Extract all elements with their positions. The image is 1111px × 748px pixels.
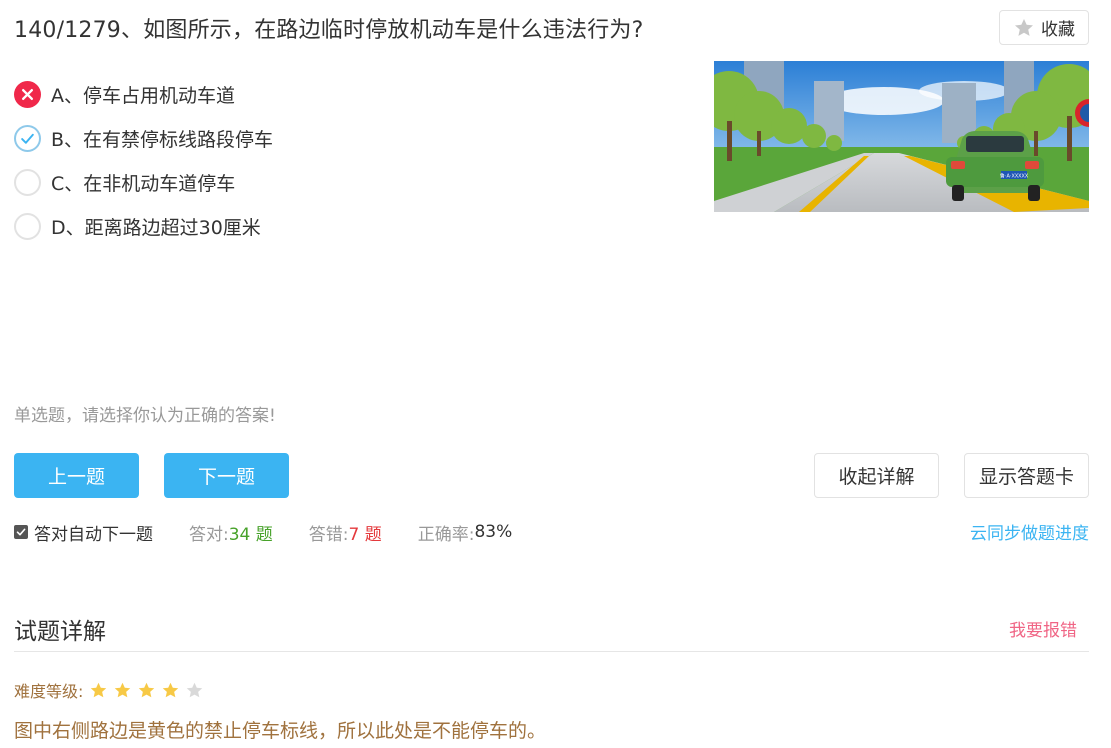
option-a-label: A、停车占用机动车道 bbox=[51, 84, 235, 107]
option-a[interactable]: A、停车占用机动车道 bbox=[14, 72, 273, 116]
difficulty-rating: 难度等级: bbox=[14, 678, 204, 702]
star-filled-icon bbox=[163, 682, 179, 697]
report-error-link[interactable]: 我要报错 bbox=[1009, 616, 1077, 641]
wrong-mark-icon bbox=[14, 80, 41, 108]
accuracy-value: 83% bbox=[474, 522, 513, 542]
plate-text: 鲁·A·XXXXX bbox=[1000, 173, 1029, 180]
star-icon bbox=[1015, 18, 1033, 36]
options-list: A、停车占用机动车道 B、在有禁停标线路段停车 C、在非机动车道停车 D、距离路… bbox=[14, 72, 273, 248]
question-image: 鲁·A·XXXXX bbox=[714, 61, 1089, 212]
star-filled-icon bbox=[115, 682, 131, 697]
explanation-text: 图中右侧路边是黄色的禁止停车标线，所以此处是不能停车的。 bbox=[14, 720, 547, 742]
prev-button[interactable]: 上一题 bbox=[14, 453, 139, 498]
difficulty-label: 难度等级: bbox=[14, 682, 84, 701]
option-c-label: C、在非机动车道停车 bbox=[51, 172, 236, 195]
cloud-sync-link[interactable]: 云同步做题进度 bbox=[970, 519, 1089, 544]
accuracy-label: 正确率: bbox=[417, 524, 475, 545]
collapse-detail-button[interactable]: 收起详解 bbox=[814, 453, 939, 498]
correct-count-value: 34 题 bbox=[228, 524, 273, 545]
star-filled-icon bbox=[139, 682, 155, 697]
question-title: 140/1279、如图所示，在路边临时停放机动车是什么违法行为? bbox=[14, 18, 644, 43]
wrong-count-label: 答错: bbox=[308, 524, 349, 545]
radio-circle-icon bbox=[14, 212, 41, 240]
check-icon bbox=[14, 124, 41, 152]
next-button[interactable]: 下一题 bbox=[164, 453, 289, 498]
auto-next-checkbox[interactable] bbox=[14, 525, 28, 539]
correct-count-label: 答对: bbox=[189, 524, 229, 545]
question-hint: 单选题，请选择你认为正确的答案! bbox=[14, 406, 276, 426]
detail-section-title: 试题详解 bbox=[14, 619, 106, 645]
star-empty-icon bbox=[187, 682, 203, 697]
option-b[interactable]: B、在有禁停标线路段停车 bbox=[14, 116, 273, 160]
option-d[interactable]: D、距离路边超过30厘米 bbox=[14, 204, 273, 248]
divider bbox=[14, 651, 1089, 652]
option-c[interactable]: C、在非机动车道停车 bbox=[14, 160, 273, 204]
star-filled-icon bbox=[91, 682, 107, 697]
radio-circle-icon bbox=[14, 168, 41, 196]
option-b-label: B、在有禁停标线路段停车 bbox=[51, 128, 274, 151]
stats-bar: 答对自动下一题 答对: 34 题 答错: 7 题 正确率: 83% bbox=[14, 518, 512, 546]
favorite-button[interactable]: 收藏 bbox=[999, 10, 1089, 45]
wrong-count-value: 7 题 bbox=[348, 524, 382, 545]
difficulty-stars bbox=[89, 681, 204, 700]
favorite-label: 收藏 bbox=[1041, 20, 1075, 40]
option-d-label: D、距离路边超过30厘米 bbox=[51, 216, 261, 239]
auto-next-label[interactable]: 答对自动下一题 bbox=[34, 520, 153, 545]
answer-card-button[interactable]: 显示答题卡 bbox=[964, 453, 1089, 498]
